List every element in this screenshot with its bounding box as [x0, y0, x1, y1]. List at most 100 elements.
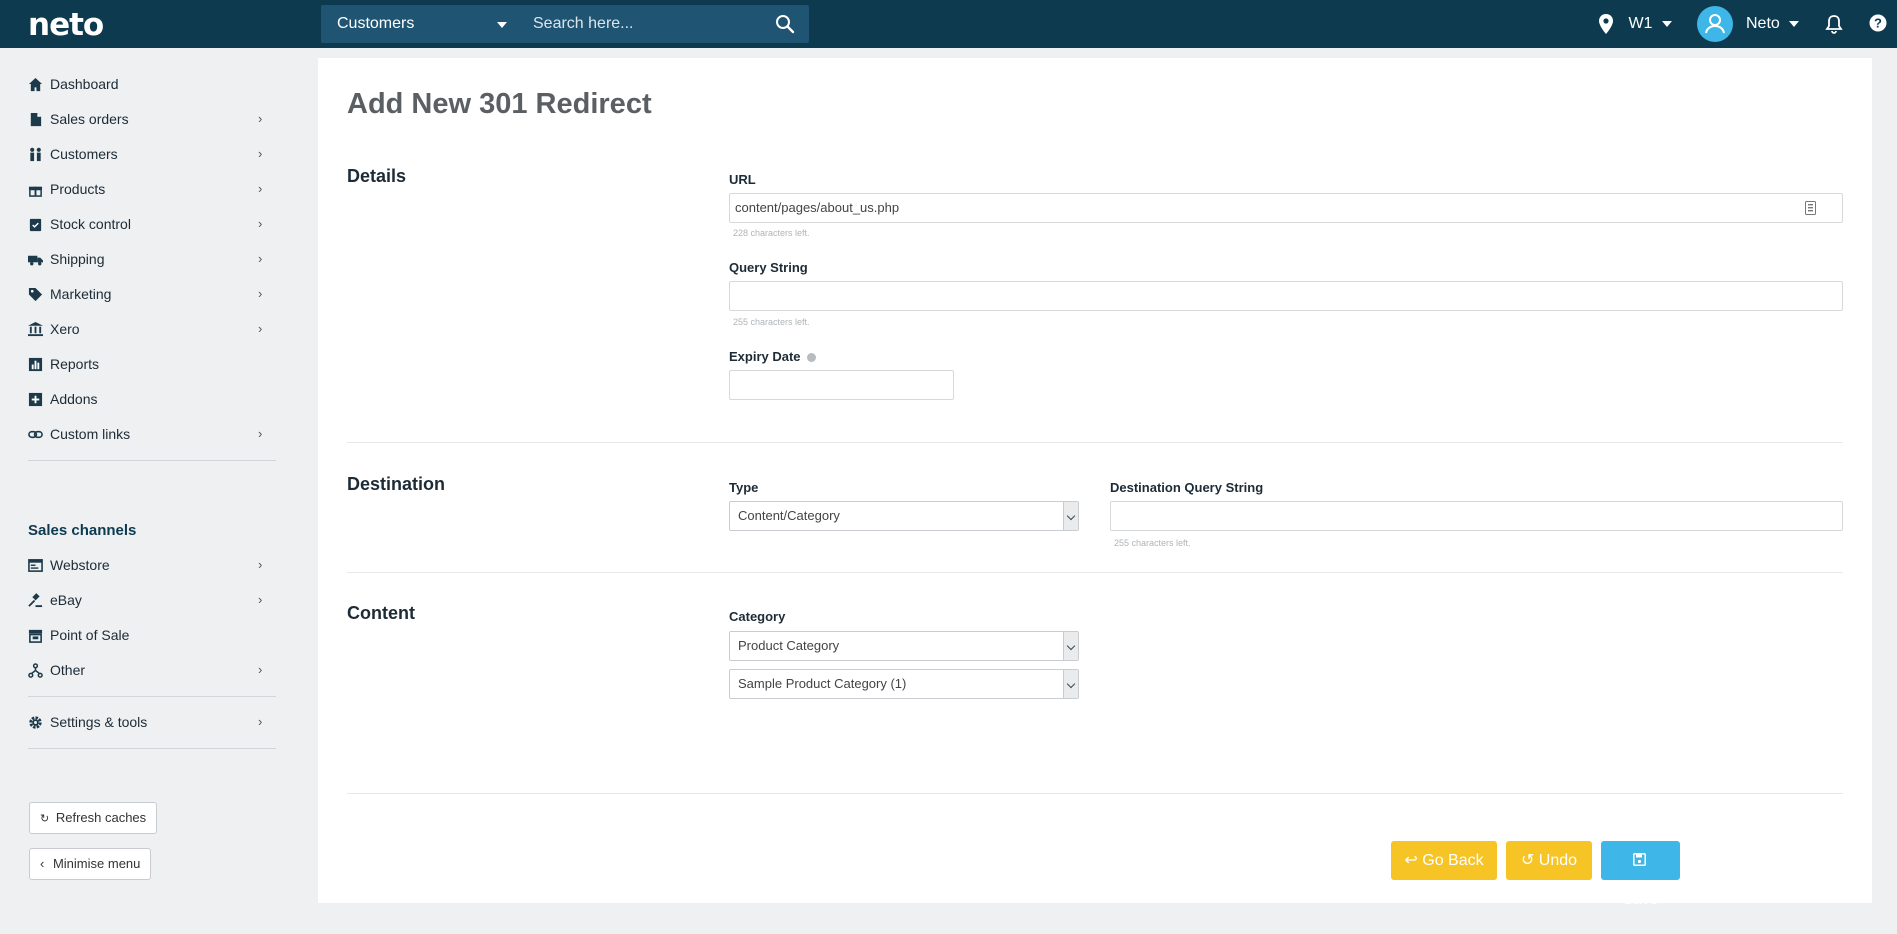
details-heading: Details	[347, 166, 407, 186]
sidebar-item-label: eBay	[50, 592, 82, 608]
search-input[interactable]	[525, 5, 765, 43]
url-label: URL	[729, 172, 756, 187]
sidebar-divider	[28, 696, 276, 697]
sidebar-item-label: Webstore	[50, 557, 110, 573]
sidebar-item-addons[interactable]: Addons	[28, 384, 276, 414]
main-panel: Add New 301 Redirect Details URL content…	[318, 58, 1872, 908]
refresh-icon: ↻	[40, 813, 50, 825]
query-string-input[interactable]	[729, 281, 1843, 311]
bar-chart-icon	[28, 357, 43, 372]
user-icon	[1705, 14, 1725, 34]
sidebar-item-xero[interactable]: Xero ›	[28, 314, 276, 344]
chevron-right-icon: ›	[258, 181, 263, 196]
chevron-right-icon: ›	[258, 286, 263, 301]
search-icon[interactable]	[775, 14, 795, 34]
sidebar-item-label: Other	[50, 662, 86, 678]
caret-down-icon	[497, 22, 507, 28]
sidebar-item-label: Point of Sale	[50, 627, 130, 643]
sidebar-item-webstore[interactable]: Webstore ›	[28, 550, 276, 580]
document-icon	[30, 112, 42, 127]
search-scope-label: Customers	[337, 15, 415, 32]
chevron-right-icon: ›	[258, 216, 263, 231]
go-back-button[interactable]: ↩ Go Back	[1391, 841, 1497, 880]
url-field[interactable]: content/pages/about_us.php	[729, 193, 1843, 223]
help-icon[interactable]: ?	[1869, 14, 1887, 32]
sidebar-item-customers[interactable]: Customers ›	[28, 139, 276, 169]
bell-icon[interactable]	[1825, 14, 1843, 34]
sidebar-item-products[interactable]: Products ›	[28, 174, 276, 204]
undo-button[interactable]: ↺ Undo	[1506, 841, 1592, 880]
category-select[interactable]: Sample Product Category (1)	[729, 669, 1079, 699]
bank-icon	[28, 322, 43, 337]
undo-icon: ↺	[1520, 852, 1535, 869]
home-icon	[28, 77, 43, 92]
type-select[interactable]: Content/Category	[729, 501, 1079, 531]
sidebar-item-shipping[interactable]: Shipping ›	[28, 244, 276, 274]
chevron-right-icon: ›	[258, 714, 263, 729]
plus-square-icon	[28, 392, 43, 407]
expiry-date-label-text: Expiry Date	[729, 349, 801, 364]
sidebar-item-label: Custom links	[50, 426, 131, 442]
chevron-right-icon: ›	[258, 321, 263, 336]
sidebar-divider	[28, 460, 276, 461]
sidebar-item-marketing[interactable]: Marketing ›	[28, 279, 276, 309]
destination-query-string-input[interactable]	[1110, 501, 1843, 531]
chevron-right-icon: ›	[258, 557, 263, 572]
minimise-menu-button[interactable]: ‹ Minimise menu	[29, 848, 152, 880]
sidebar-item-label: Stock control	[50, 216, 131, 232]
clipboard-check-icon	[29, 218, 42, 232]
sidebar-item-label: Marketing	[50, 286, 112, 302]
query-string-char-count: 255 characters left.	[733, 317, 810, 327]
sidebar-item-settings-tools[interactable]: Settings & tools ›	[28, 707, 276, 737]
sidebar-item-ebay[interactable]: eBay ›	[28, 585, 276, 615]
category-value: Sample Product Category (1)	[738, 676, 907, 691]
category-type-value: Product Category	[738, 638, 840, 653]
user-menu[interactable]: Neto	[1746, 0, 1800, 48]
content-heading: Content	[347, 603, 415, 623]
save-label: Save	[1622, 891, 1659, 908]
location-label: W1	[1628, 15, 1653, 32]
category-label: Category	[729, 609, 786, 624]
sidebar-item-label: Shipping	[50, 251, 105, 267]
sidebar-item-point-of-sale[interactable]: Point of Sale	[28, 620, 276, 650]
floppy-disk-icon	[1633, 853, 1646, 866]
sidebar-item-reports[interactable]: Reports	[28, 349, 276, 379]
gift-icon	[28, 186, 43, 197]
user-avatar[interactable]	[1697, 6, 1733, 42]
sidebar-item-dashboard[interactable]: Dashboard	[28, 69, 276, 99]
chevron-right-icon: ›	[258, 592, 263, 607]
expiry-date-label: Expiry Date	[729, 349, 817, 364]
form-icon[interactable]	[1805, 201, 1816, 215]
truck-icon	[28, 255, 43, 266]
sidebar-item-label: Sales orders	[50, 111, 129, 127]
save-button[interactable]: Save	[1601, 841, 1680, 908]
section-divider	[347, 442, 1843, 443]
category-type-select[interactable]: Product Category	[729, 631, 1079, 661]
sidebar-item-label: Customers	[50, 146, 118, 162]
reply-arrow-icon: ↩	[1404, 852, 1418, 869]
sidebar-item-label: Xero	[50, 321, 80, 337]
link-icon	[28, 430, 43, 439]
sidebar-item-sales-orders[interactable]: Sales orders ›	[28, 104, 276, 134]
chevron-right-icon: ›	[258, 426, 263, 441]
chevron-left-icon: ‹	[40, 856, 45, 871]
sidebar-item-stock-control[interactable]: Stock control ›	[28, 209, 276, 239]
refresh-caches-button[interactable]: ↻ Refresh caches	[29, 802, 158, 834]
sidebar-item-other[interactable]: Other ›	[28, 655, 276, 685]
sidebar-divider	[28, 748, 276, 749]
url-value: content/pages/about_us.php	[735, 200, 900, 215]
page-title: Add New 301 Redirect	[347, 88, 652, 120]
chevron-right-icon: ›	[258, 111, 263, 126]
expiry-date-input[interactable]	[729, 370, 954, 400]
top-bar: neto Customers W1 Neto ?	[0, 0, 1897, 48]
location-selector[interactable]: W1	[1598, 0, 1672, 48]
neto-logo[interactable]: neto	[28, 7, 104, 43]
chevron-right-icon: ›	[258, 662, 263, 677]
gear-icon	[29, 716, 42, 729]
search-scope-select[interactable]: Customers	[321, 5, 521, 43]
minimise-menu-label: Minimise menu	[52, 856, 141, 871]
sidebar-item-custom-links[interactable]: Custom links ›	[28, 419, 276, 449]
map-pin-icon	[1599, 13, 1613, 34]
info-icon[interactable]	[807, 353, 817, 363]
query-string-label: Query String	[729, 260, 808, 275]
